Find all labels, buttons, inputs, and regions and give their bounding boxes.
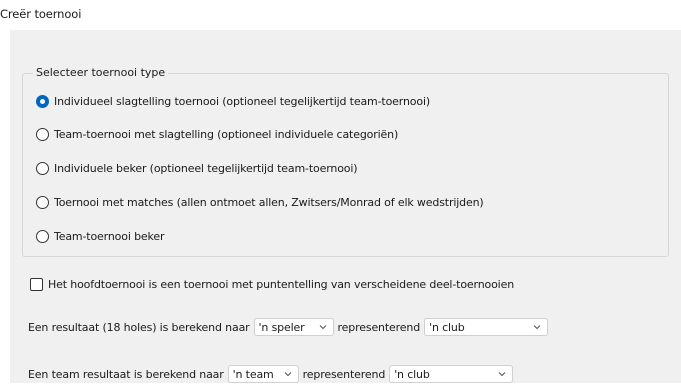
main-tournament-checkbox[interactable] [30,277,43,291]
team-prefix-label: Een team resultaat is berekend naar [28,367,224,381]
result-prefix-label: Een resultaat (18 holes) is berekend naa… [28,320,250,334]
team-result-calculation-row: Een team resultaat is berekend naar 'n t… [28,364,517,384]
chevron-down-icon [533,325,541,330]
window-title: Creër toernooi [0,7,82,21]
team-representing-select[interactable]: 'n club [389,365,514,383]
window-titlebar: Creër toernooi [0,0,681,30]
radio-label: Individueel slagtelling toernooi (option… [54,94,431,108]
main-tournament-checkbox-label: Het hoofdtoernooi is een toernooi met pu… [48,277,515,291]
main-tournament-checkbox-row[interactable]: Het hoofdtoernooi is een toernooi met pu… [30,276,514,292]
result-entity-value: 'n speler [258,320,305,334]
radio-label: Team-toernooi beker [54,229,165,243]
radio-label: Individuele beker (optioneel tegelijkert… [54,161,358,175]
result-calculation-row: Een resultaat (18 holes) is berekend naa… [28,317,552,337]
radio-unselected-icon[interactable] [36,195,49,209]
radio-individual-stroke[interactable]: Individueel slagtelling toernooi (option… [36,93,430,109]
team-representing-value: 'n club [394,367,430,381]
radio-unselected-icon[interactable] [36,229,49,243]
radio-individual-cup[interactable]: Individuele beker (optioneel tegelijkert… [36,160,358,176]
radio-team-stroke[interactable]: Team-toernooi met slagtelling (optioneel… [36,126,398,142]
result-middle-label: representerend [337,320,421,334]
radio-label: Toernooi met matches (allen ontmoet alle… [54,195,484,209]
chevron-down-icon [498,372,506,377]
team-entity-select[interactable]: 'n team [227,365,299,383]
radio-unselected-icon[interactable] [36,161,49,175]
radio-unselected-icon[interactable] [36,127,49,141]
radio-selected-icon[interactable] [36,94,49,108]
tournament-type-legend: Selecteer toernooi type [33,67,169,79]
radio-label: Team-toernooi met slagtelling (optioneel… [54,127,399,141]
result-representing-select[interactable]: 'n club [424,318,549,336]
result-representing-value: 'n club [429,320,465,334]
chevron-down-icon [284,372,291,377]
radio-match-tournament[interactable]: Toernooi met matches (allen ontmoet alle… [36,194,484,210]
team-entity-value: 'n team [232,367,274,381]
result-entity-select[interactable]: 'n speler [253,318,334,336]
team-middle-label: representerend [302,367,386,381]
radio-team-cup[interactable]: Team-toernooi beker [36,228,164,244]
chevron-down-icon [319,325,326,330]
